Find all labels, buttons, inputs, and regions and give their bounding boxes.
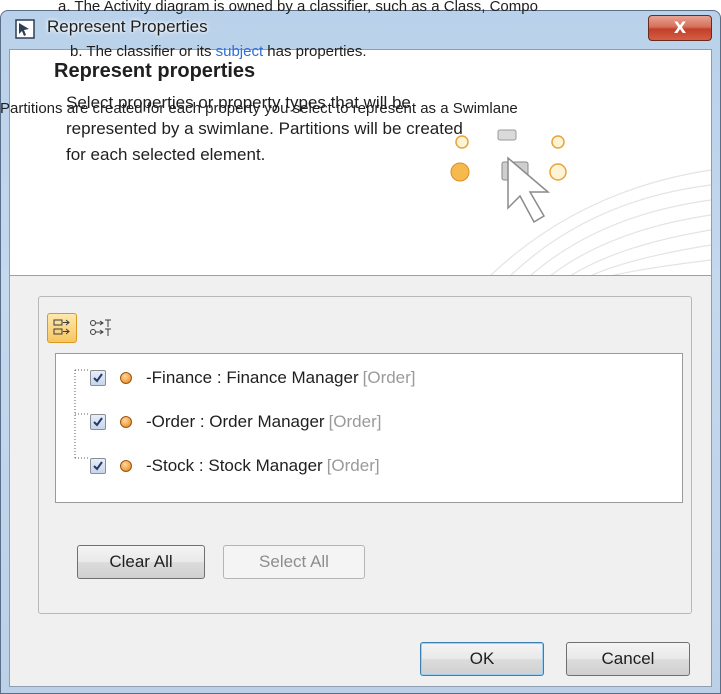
dialog-body: Represent properties Select properties o… bbox=[9, 49, 712, 687]
swimlane-illustration-icon bbox=[450, 129, 711, 275]
property-icon bbox=[120, 460, 132, 472]
checkmark-icon bbox=[93, 461, 103, 471]
checkmark-icon bbox=[93, 417, 103, 427]
title-bar[interactable]: Represent Properties X bbox=[1, 11, 720, 47]
dialog-icon bbox=[15, 19, 35, 39]
properties-view-icon bbox=[53, 319, 70, 335]
property-icon bbox=[120, 416, 132, 428]
window-title: Represent Properties bbox=[47, 17, 208, 36]
finance-checkbox[interactable] bbox=[90, 370, 106, 386]
select-all-button[interactable]: Select All bbox=[223, 545, 365, 579]
properties-tree[interactable]: -Finance : Finance Manager [Order] -Order… bbox=[55, 353, 683, 503]
ok-button[interactable]: OK bbox=[420, 642, 544, 676]
annotation-line-c: Partitions are created for each property… bbox=[0, 100, 518, 117]
subject-link[interactable]: subject bbox=[216, 43, 264, 60]
cancel-button[interactable]: Cancel bbox=[566, 642, 690, 676]
stock-checkbox[interactable] bbox=[90, 458, 106, 474]
order-checkbox[interactable] bbox=[90, 414, 106, 430]
tree-item-label: -Stock : Stock Manager [Order] bbox=[146, 456, 380, 475]
header-title: Represent properties bbox=[54, 60, 256, 82]
tree-item-stock[interactable]: -Stock : Stock Manager [Order] bbox=[90, 451, 380, 481]
show-properties-toggle[interactable] bbox=[47, 313, 77, 343]
close-icon: X bbox=[673, 18, 687, 37]
property-icon bbox=[120, 372, 132, 384]
annotation-line-b: b. The classifier or its subject has pro… bbox=[70, 43, 367, 60]
wizard-header: Represent properties Select properties o… bbox=[10, 50, 711, 276]
clear-all-button[interactable]: Clear All bbox=[77, 545, 205, 579]
tree-item-owner: [Order] bbox=[328, 412, 382, 431]
tree-item-owner: [Order] bbox=[362, 368, 416, 387]
properties-panel: -Finance : Finance Manager [Order] -Order… bbox=[38, 296, 692, 614]
tree-item-owner: [Order] bbox=[326, 456, 380, 475]
property-types-view-icon[interactable] bbox=[89, 317, 113, 339]
tree-item-finance[interactable]: -Finance : Finance Manager [Order] bbox=[90, 363, 416, 393]
annotation-line-a: a. The Activity diagram is owned by a cl… bbox=[58, 0, 538, 15]
checkmark-icon bbox=[93, 373, 103, 383]
close-button[interactable]: X bbox=[648, 15, 712, 41]
tree-item-label: -Finance : Finance Manager [Order] bbox=[146, 368, 416, 387]
tree-item-order[interactable]: -Order : Order Manager [Order] bbox=[90, 407, 381, 437]
tree-item-label: -Order : Order Manager [Order] bbox=[146, 412, 382, 431]
